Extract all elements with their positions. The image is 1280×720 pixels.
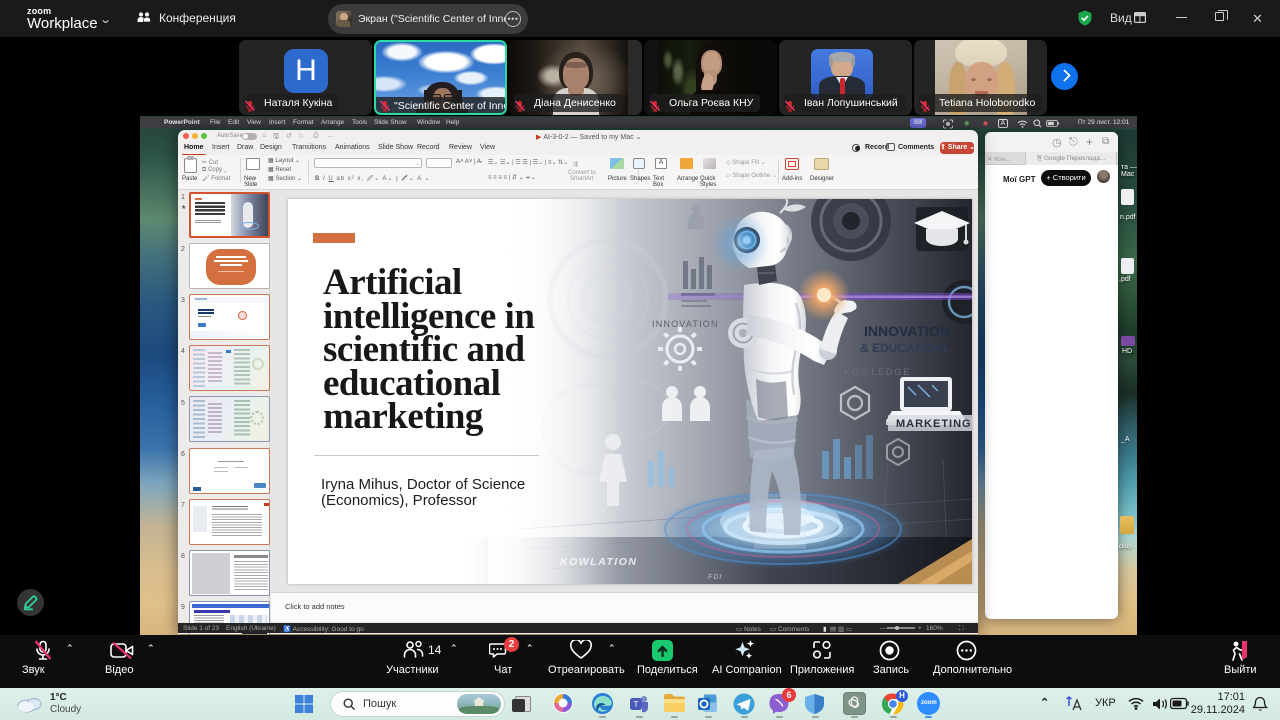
svg-text:& EDUCATIOOL: & EDUCATIOOL [860,341,950,355]
svg-text:INNOVATION: INNOVATION [652,319,719,329]
svg-text:MARKETING: MARKETING [896,418,972,430]
svg-text:KOWLEDGE: KOWLEDGE [844,367,911,378]
svg-text:FDI: FDI [708,574,722,581]
svg-text:INNOVATION: INNOVATION [864,323,950,339]
